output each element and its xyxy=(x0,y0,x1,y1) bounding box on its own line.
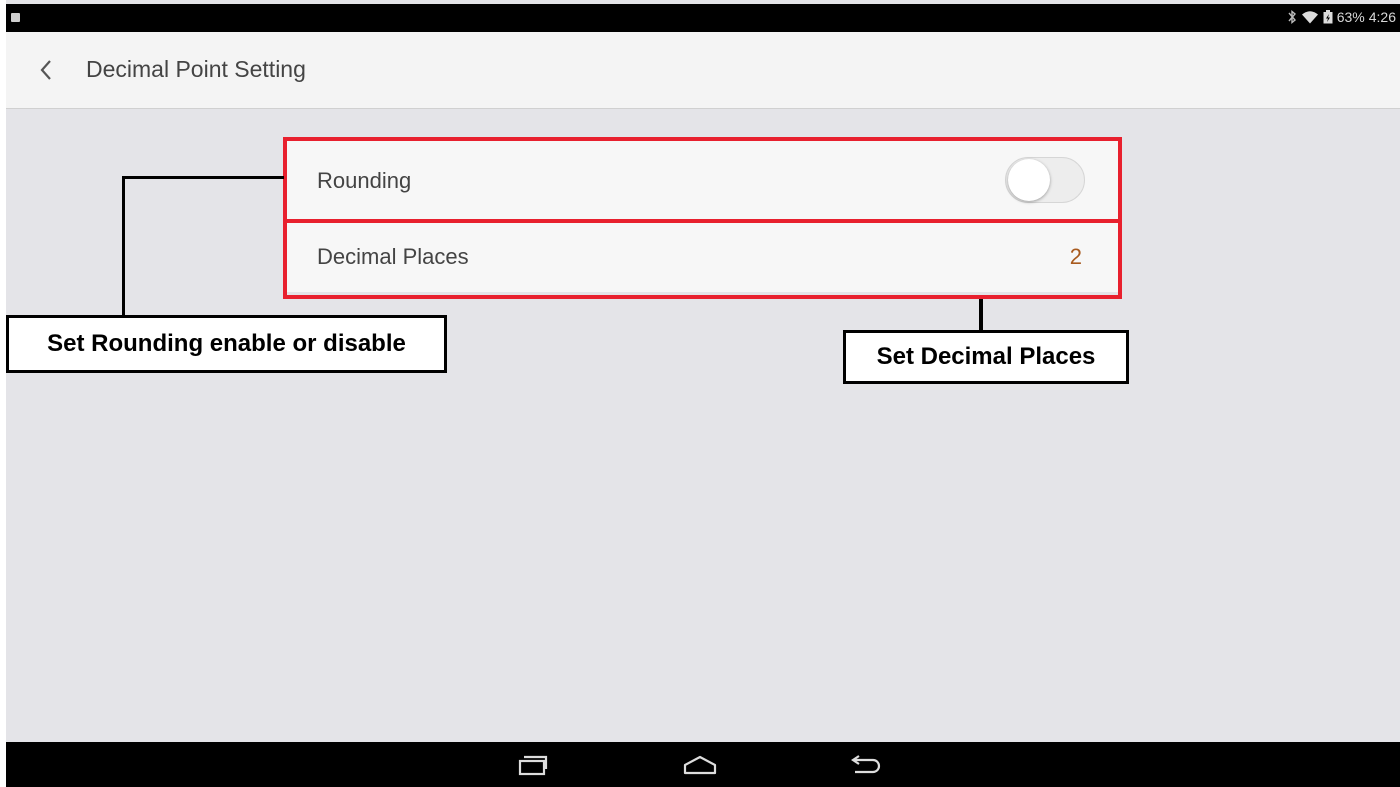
decimal-connector-vertical xyxy=(979,299,983,332)
recent-apps-icon xyxy=(518,755,548,776)
nav-back-button[interactable] xyxy=(844,750,884,780)
chevron-left-icon xyxy=(40,60,51,80)
app-notification-icon xyxy=(11,13,20,22)
bluetooth-icon xyxy=(1287,10,1297,24)
status-bar: 63% 4:26 xyxy=(6,4,1400,32)
app-bar: Decimal Point Setting xyxy=(6,32,1400,109)
status-time: 4:26 xyxy=(1368,9,1396,25)
home-button[interactable] xyxy=(680,750,720,780)
recent-apps-button[interactable] xyxy=(513,750,553,780)
wifi-icon xyxy=(1301,10,1319,24)
nav-bar xyxy=(6,742,1400,787)
rounding-highlight-box xyxy=(283,137,1122,223)
battery-percent: 63% xyxy=(1336,9,1365,25)
decimal-places-callout: Set Decimal Places xyxy=(843,330,1129,384)
battery-icon xyxy=(1323,10,1333,24)
device-screen: 63% 4:26 Decimal Point Setting Rounding … xyxy=(6,0,1400,787)
rounding-connector-vertical xyxy=(122,176,125,316)
status-indicators: 63% 4:26 xyxy=(1287,9,1396,25)
back-button[interactable] xyxy=(30,54,62,86)
decimal-places-highlight-box xyxy=(283,219,1122,299)
rounding-callout: Set Rounding enable or disable xyxy=(6,315,447,373)
home-icon xyxy=(683,755,717,775)
back-icon xyxy=(851,755,881,774)
rounding-connector-horizontal xyxy=(122,176,284,179)
page-title: Decimal Point Setting xyxy=(86,56,306,82)
